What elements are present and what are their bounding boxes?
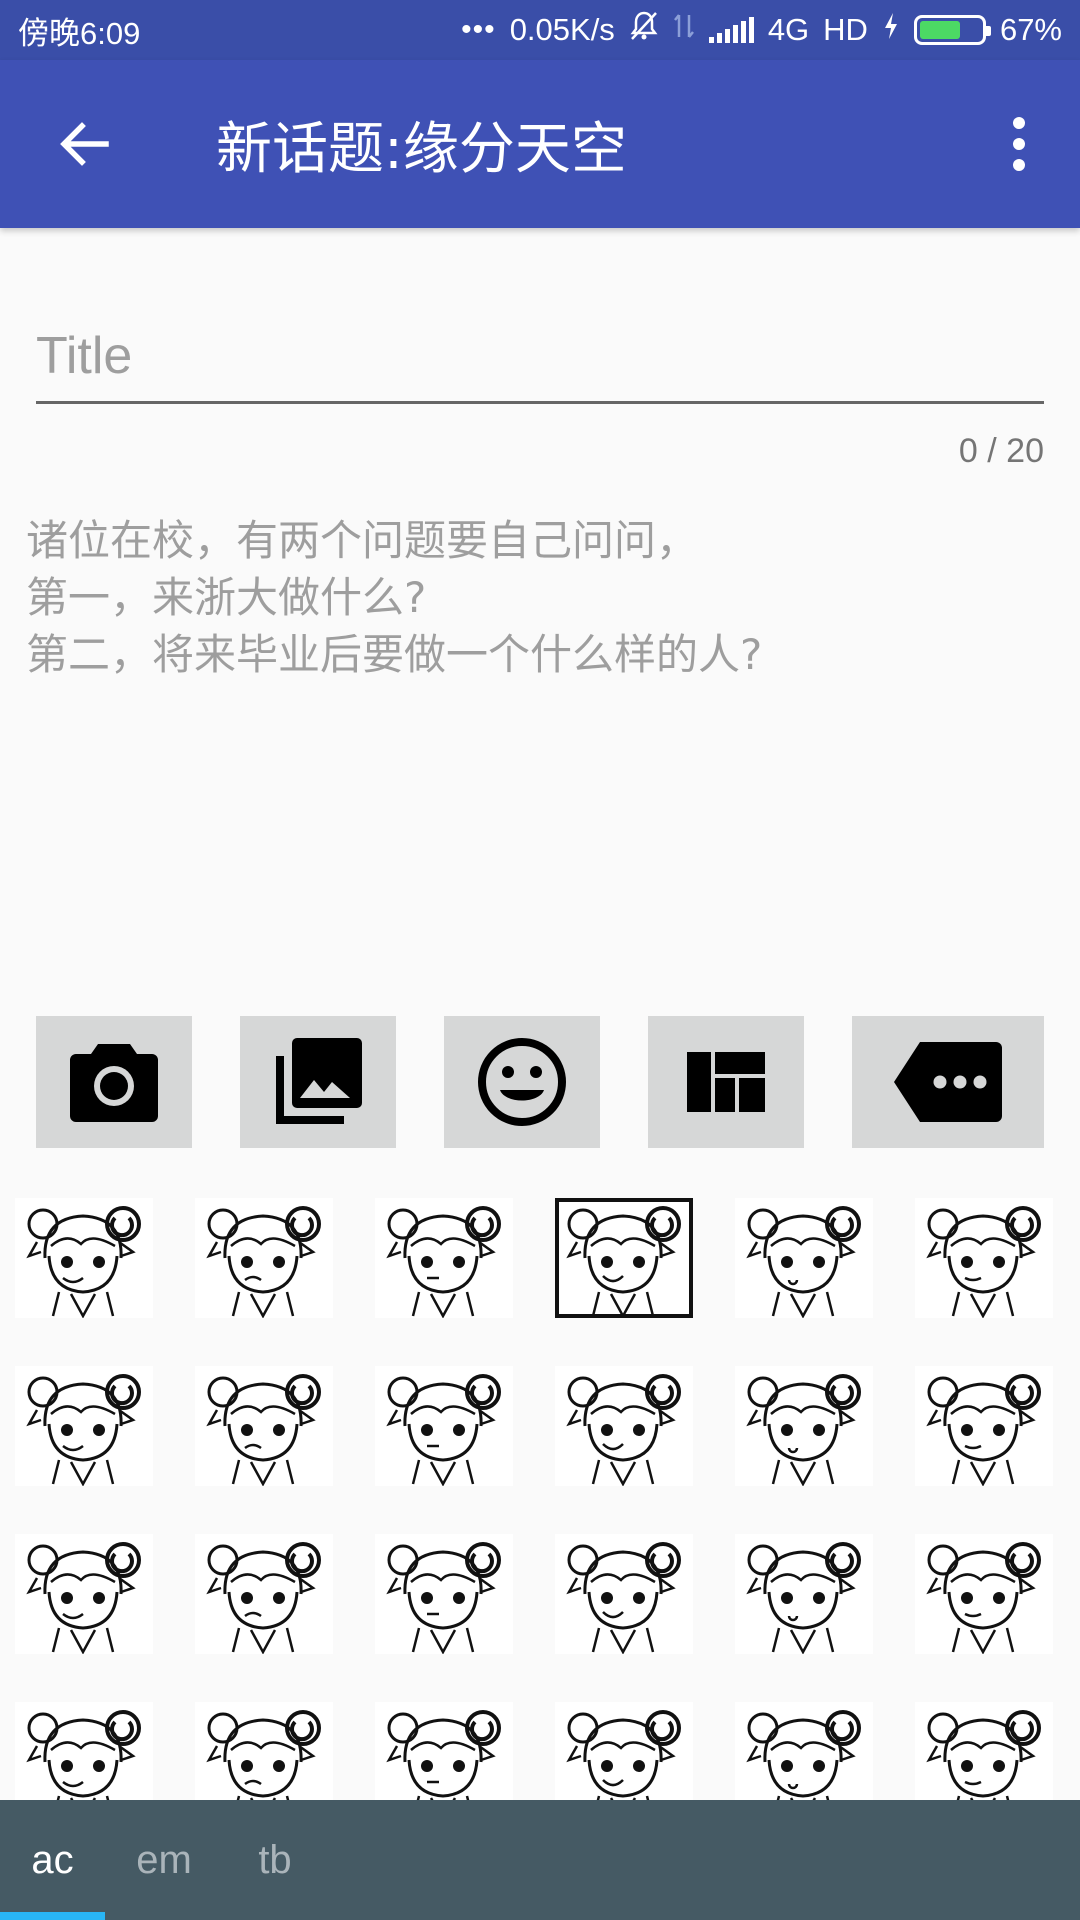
anime-girl-sticker-icon [386,1206,501,1318]
sticker-item[interactable] [375,1366,513,1486]
battery-icon [913,15,991,45]
sticker-item[interactable] [15,1366,153,1486]
anime-girl-sticker-icon [746,1542,861,1654]
layout-button[interactable] [648,1016,804,1148]
sticker-item[interactable] [195,1366,333,1486]
photo-library-icon [276,1038,362,1124]
sticker-item[interactable] [375,1198,513,1318]
anime-girl-sticker-icon [566,1206,681,1318]
mute-bell-icon [629,10,659,50]
hd-label: HD [823,12,868,47]
anime-girl-sticker-icon [26,1206,141,1318]
tab-em[interactable]: em [105,1800,223,1920]
dashboard-icon [687,1052,765,1112]
anime-girl-sticker-icon [26,1710,141,1800]
sticker-item[interactable] [735,1702,873,1800]
sticker-item[interactable] [15,1702,153,1800]
overflow-menu-button[interactable] [984,94,1054,194]
gallery-button[interactable] [240,1016,396,1148]
sticker-item[interactable] [15,1534,153,1654]
sticker-category-tabs: ac em tb [0,1800,1080,1920]
title-char-counter: 0 / 20 [958,432,1044,470]
sticker-item[interactable] [555,1534,693,1654]
anime-girl-sticker-icon [206,1542,321,1654]
emoji-button[interactable] [444,1016,600,1148]
anime-girl-sticker-icon [566,1542,681,1654]
sticker-item[interactable] [15,1198,153,1318]
sticker-item[interactable] [555,1198,693,1318]
title-input[interactable] [36,310,1044,404]
anime-girl-sticker-icon [206,1374,321,1486]
more-tag-icon [894,1042,1002,1122]
anime-girl-sticker-icon [386,1374,501,1486]
sticker-grid [0,1190,1080,1800]
tab-label: tb [258,1837,292,1882]
tab-ac[interactable]: ac [0,1800,105,1920]
tab-tb[interactable]: tb [223,1800,327,1920]
back-button[interactable] [44,104,124,184]
network-type: 4G [767,12,810,47]
camera-button[interactable] [36,1016,192,1148]
camera-icon [70,1044,158,1122]
net-speed: 0.05K/s [509,12,615,47]
more-options-button[interactable] [852,1016,1044,1148]
sticker-item[interactable] [735,1198,873,1318]
signal-icon [708,17,754,43]
anime-girl-sticker-icon [206,1206,321,1318]
anime-girl-sticker-icon [926,1206,1041,1318]
data-arrows-icon [673,11,695,49]
app-bar: 新话题:缘分天空 [0,60,1080,228]
charging-icon [882,11,900,49]
sticker-item[interactable] [555,1366,693,1486]
anime-girl-sticker-icon [746,1206,861,1318]
sticker-item[interactable] [195,1198,333,1318]
sticker-item[interactable] [195,1534,333,1654]
anime-girl-sticker-icon [386,1542,501,1654]
tab-label: ac [31,1837,74,1882]
more-dots-icon: ••• [461,13,496,46]
status-time: 傍晚6:09 [18,15,141,51]
battery-percent: 67% [999,12,1062,47]
sticker-item[interactable] [375,1702,513,1800]
sticker-item[interactable] [375,1534,513,1654]
anime-girl-sticker-icon [746,1710,861,1800]
page-title: 新话题:缘分天空 [216,116,627,182]
anime-girl-sticker-icon [566,1710,681,1800]
anime-girl-sticker-icon [26,1542,141,1654]
status-bar: 傍晚6:09 ••• 0.05K/s 4G HD 67% [0,0,1080,60]
sticker-item[interactable] [915,1198,1053,1318]
anime-girl-sticker-icon [926,1374,1041,1486]
anime-girl-sticker-icon [26,1374,141,1486]
anime-girl-sticker-icon [206,1710,321,1800]
battery-fill [919,21,961,39]
sticker-item[interactable] [555,1702,693,1800]
sticker-item[interactable] [915,1534,1053,1654]
sticker-item[interactable] [735,1534,873,1654]
content-textarea[interactable] [26,512,1056,972]
sticker-item[interactable] [915,1366,1053,1486]
anime-girl-sticker-icon [746,1374,861,1486]
arrow-back-icon [60,122,109,166]
smiley-icon [478,1038,566,1126]
anime-girl-sticker-icon [566,1374,681,1486]
sticker-item[interactable] [915,1702,1053,1800]
anime-girl-sticker-icon [926,1710,1041,1800]
tab-label: em [136,1837,192,1882]
sticker-item[interactable] [195,1702,333,1800]
active-tab-indicator [0,1912,105,1920]
anime-girl-sticker-icon [386,1710,501,1800]
sticker-item[interactable] [735,1366,873,1486]
anime-girl-sticker-icon [926,1542,1041,1654]
more-vert-icon [1013,117,1025,129]
